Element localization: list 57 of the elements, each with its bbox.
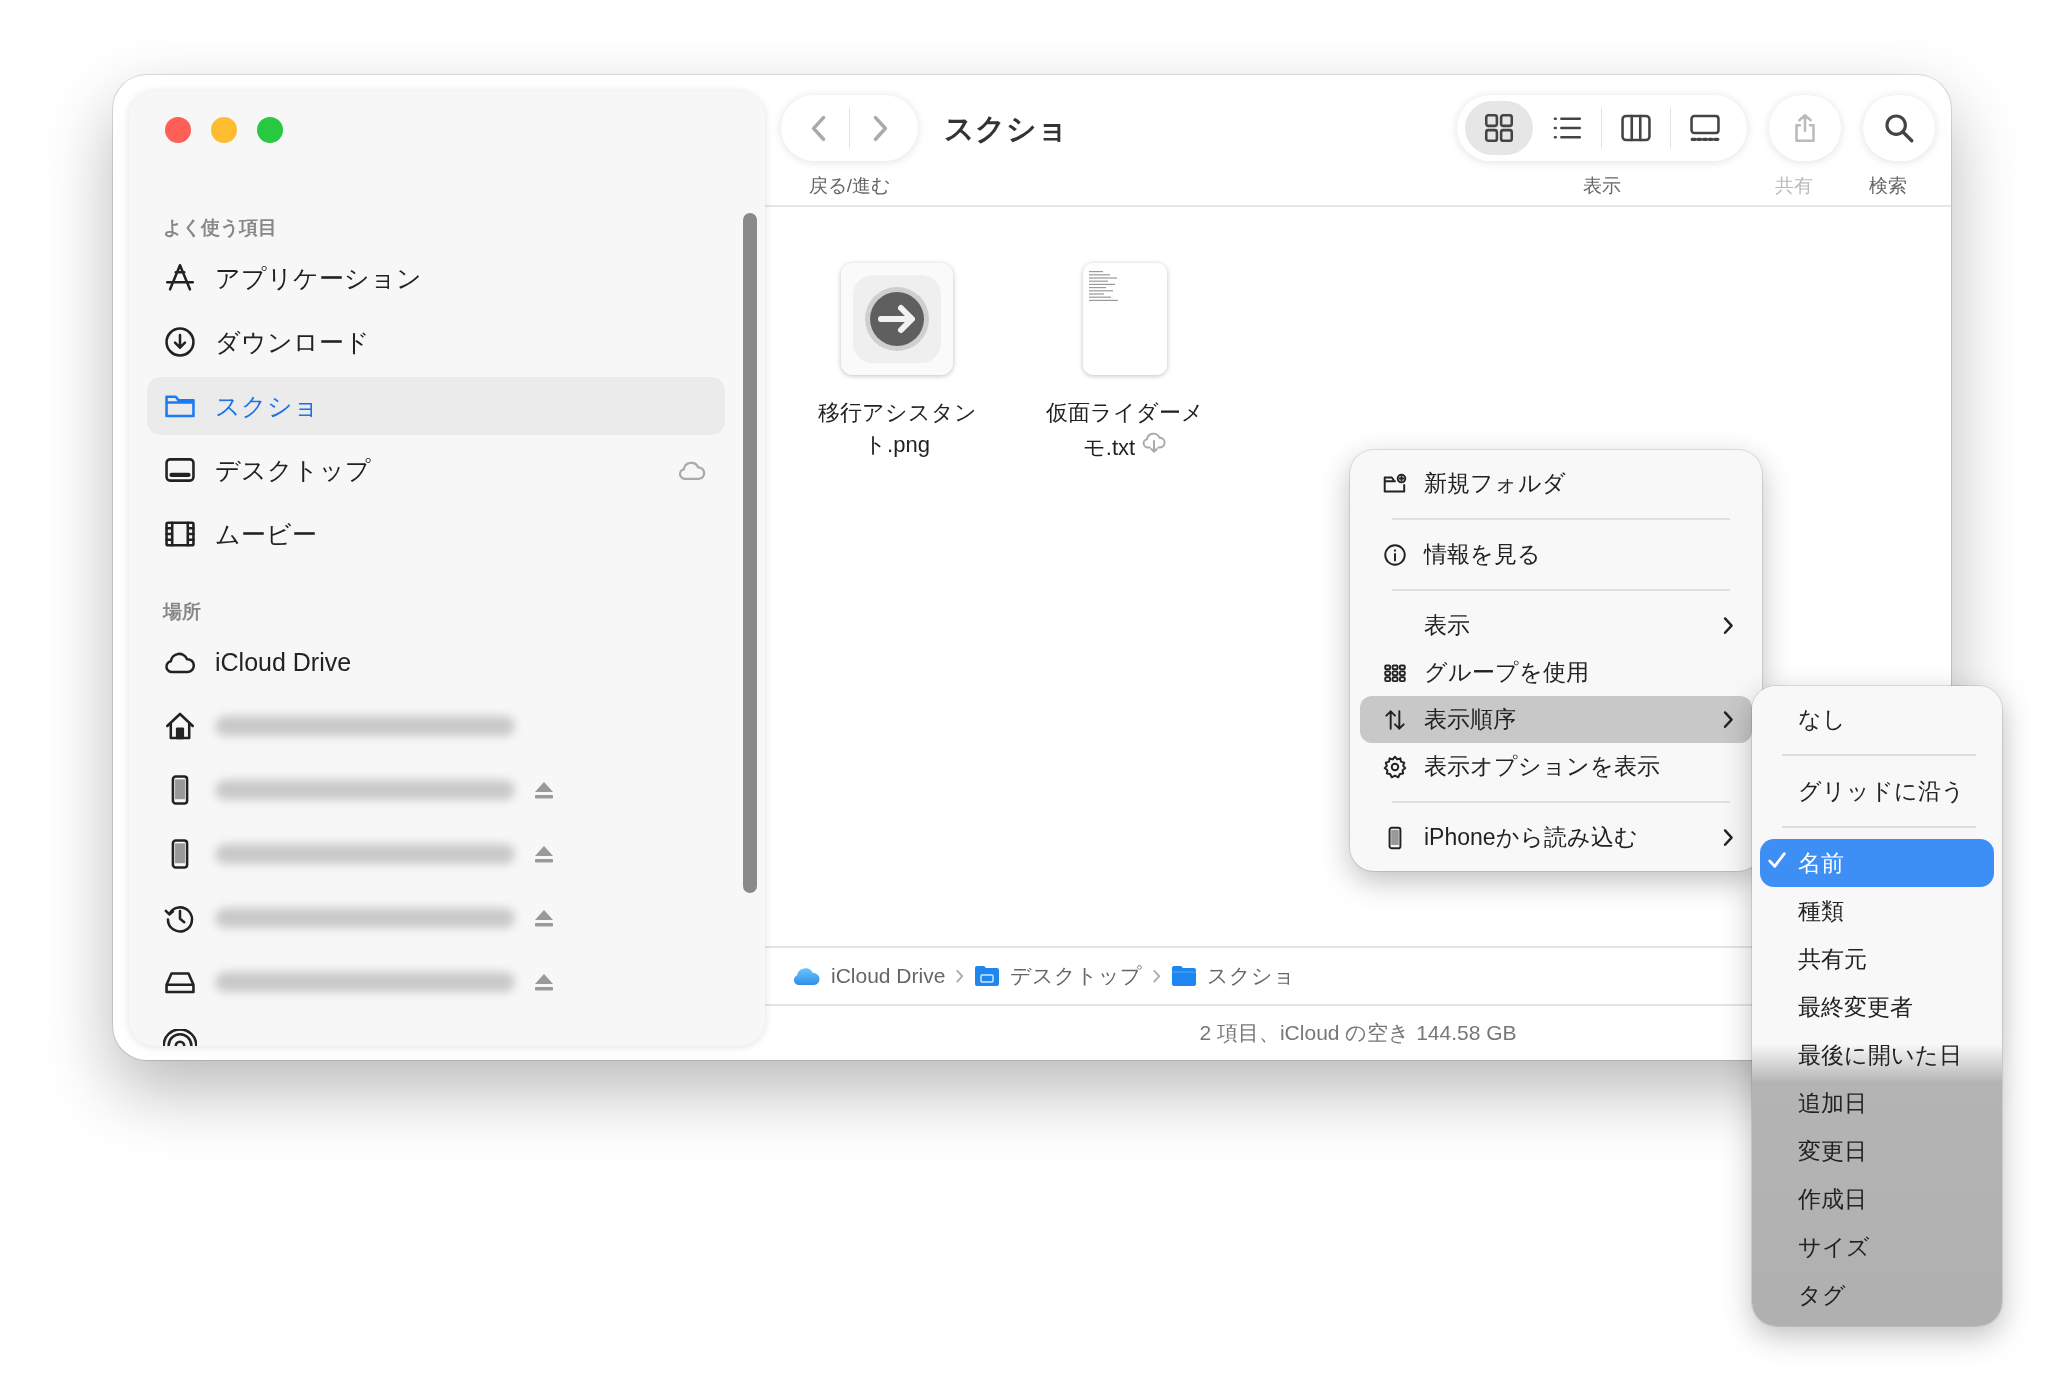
menu-item[interactable]: なし (1760, 695, 1994, 743)
close-button[interactable] (165, 117, 191, 143)
path-segment[interactable]: デスクトップ (1010, 962, 1143, 990)
menu-item[interactable]: サイズ (1760, 1223, 1994, 1271)
info-icon (1382, 541, 1408, 568)
menu-item[interactable]: グリッドに沿う (1760, 767, 1994, 815)
grid-view-icon (1482, 111, 1516, 145)
sidebar-heading: 場所 (161, 600, 202, 624)
toolbar-label: 検索 (1869, 174, 1907, 198)
download-icon (163, 325, 197, 359)
sidebar-item[interactable]: スクショ (147, 377, 725, 435)
scrollbar[interactable] (743, 213, 757, 893)
file-name[interactable]: 移行アシスタント.png (813, 397, 981, 461)
toolbar-label: 表示 (1583, 174, 1621, 198)
menu-item[interactable]: iPhoneから読み込む (1360, 814, 1752, 861)
eject-icon[interactable] (533, 972, 555, 992)
folder-icon (974, 965, 1001, 987)
eject-icon[interactable] (533, 908, 555, 928)
menu-item[interactable]: 種類 (1760, 887, 1994, 935)
chevron-left-icon (810, 113, 828, 143)
chevron-right-icon (955, 968, 965, 984)
menu-item[interactable]: 変更日 (1760, 1127, 1994, 1175)
search-icon (1882, 111, 1916, 145)
text-document-icon[interactable] (1083, 263, 1167, 375)
cloud-icon (791, 966, 821, 986)
menu-item[interactable]: 共有元 (1760, 935, 1994, 983)
sidebar-heading: よく使う項目 (162, 216, 278, 240)
menu-item[interactable]: 表示 (1360, 602, 1752, 649)
toolbar-label: 戻る/進む (808, 174, 891, 198)
menu-item[interactable]: グループを使用 (1360, 649, 1752, 696)
menu-item[interactable]: 情報を見る (1360, 531, 1752, 578)
chevron-right-icon (871, 113, 889, 143)
eject-icon[interactable] (533, 844, 555, 864)
sidebar-item[interactable]: アプリケーション (147, 249, 725, 307)
menu-item[interactable]: タグ (1760, 1271, 1994, 1319)
toolbar-label: 共有 (1775, 174, 1813, 198)
path-segment[interactable]: iCloud Drive (831, 964, 946, 988)
zoom-button[interactable] (257, 117, 283, 143)
eject-icon[interactable] (533, 780, 555, 800)
path-segment[interactable]: スクショ (1207, 962, 1296, 990)
menu-item[interactable]: 表示オプションを表示 (1360, 743, 1752, 790)
sidebar-item[interactable]: iCloud Drive (147, 633, 725, 691)
menu-item[interactable]: 追加日 (1760, 1079, 1994, 1127)
sidebar-item[interactable]: デスクトップ (147, 441, 725, 499)
menu-item[interactable]: 新規フォルダ (1360, 460, 1752, 507)
menu-item[interactable]: 作成日 (1760, 1175, 1994, 1223)
minimize-button[interactable] (211, 117, 237, 143)
sidebar-item[interactable]: ムービー (147, 505, 725, 563)
menu-item[interactable]: 表示順序 (1360, 696, 1752, 743)
chevron-right-icon (1152, 968, 1162, 984)
gear-icon (1382, 753, 1408, 780)
view-mode-button[interactable] (1465, 101, 1533, 155)
sidebar-item[interactable]: ダウンロード (147, 313, 725, 371)
folder-icon (1171, 965, 1198, 987)
window-title: スクショ (944, 111, 1069, 147)
search-button[interactable] (1863, 95, 1935, 161)
file-name[interactable]: 仮面ライダーメモ.txt (1041, 397, 1209, 464)
